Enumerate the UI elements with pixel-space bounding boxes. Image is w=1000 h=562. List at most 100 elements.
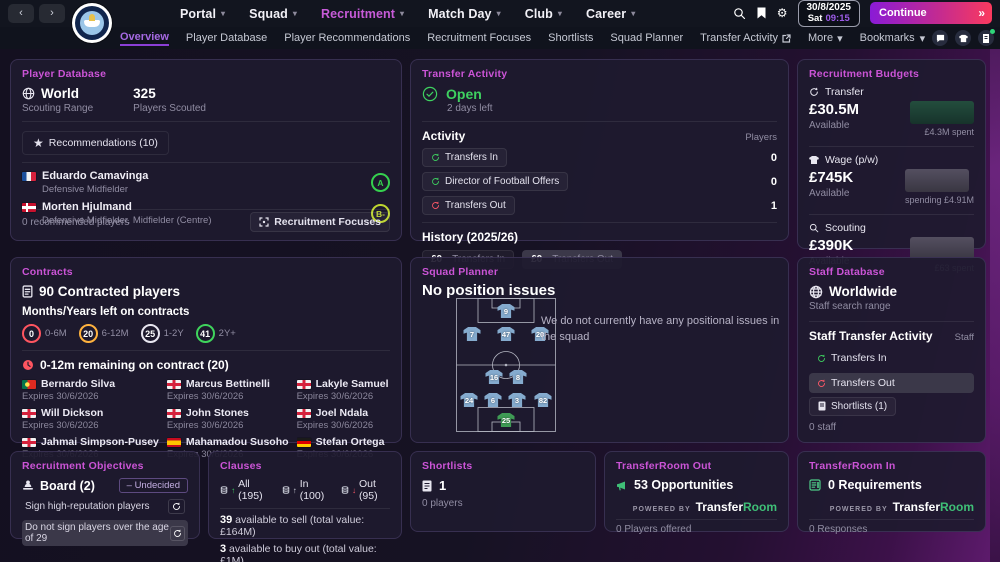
star-icon: ★ [33,136,44,150]
clauses-sell-line: 39 available to sell (total value: £164M… [220,514,390,538]
panel-title: TransferRoom In [809,460,974,472]
up-arrow-icon: ↑ [293,486,297,495]
button-label: Recruitment Focuses [274,216,381,228]
nation-flag [22,380,36,389]
tab-recruitment-focuses[interactable]: Recruitment Focuses [427,32,531,44]
bucket-1-2y[interactable]: 251-2Y [141,324,184,343]
budget-label: Wage (p/w) [825,154,878,166]
contract-cell[interactable]: Marcus BettinelliExpires 30/6/2026 [167,378,289,402]
players-column-header: Players [745,132,777,143]
notes-icon[interactable] [978,30,994,46]
dof-offers-chip[interactable]: Director of Football Offers [422,172,568,191]
staff-shortlists-button[interactable]: Shortlists (1) [809,397,896,416]
objective-row[interactable]: Do not sign players over the age of 29 [22,520,188,546]
row-value: 0 [771,152,777,164]
tab-squad-planner[interactable]: Squad Planner [610,32,683,44]
top-bar: ‹ › Portal▾ Squad▾ Recruitment▾ Match Da… [0,0,1000,27]
bucket-label: 6-12M [102,328,129,339]
recruitment-focuses-button[interactable]: Recruitment Focuses [250,212,390,232]
bookmark-icon[interactable] [756,7,767,19]
globe-icon [22,87,35,100]
staff-database-panel: Staff Database Worldwide Staff search ra… [797,257,986,443]
chip-label: Transfers In [831,352,887,364]
shirt-icon[interactable] [955,30,971,46]
row-value: 0 [771,176,777,188]
tab-transfer-activity[interactable]: Transfer Activity [700,32,791,44]
bookmarks-dropdown[interactable]: Bookmarks ▾ [860,32,926,45]
recommendations-button[interactable]: ★ Recommendations (10) [22,131,169,155]
menu-match-day[interactable]: Match Day▾ [428,7,501,21]
opportunities-headline: 53 Opportunities [634,478,733,492]
refresh-icon [817,354,826,363]
contract-cell[interactable]: Bernardo SilvaExpires 30/6/2026 [22,378,159,402]
undecided-badge: – Undecided [119,478,188,493]
staff-transfers-out-row[interactable]: Transfers Out [809,373,974,393]
club-crest[interactable] [72,3,112,43]
tab-overview[interactable]: Overview [120,31,169,46]
shirt-icon [809,155,819,165]
tab-shortlists[interactable]: Shortlists [548,32,593,44]
chevron-down-icon: ▾ [221,9,225,18]
chip-label: Transfers Out [831,377,895,389]
transferroom-out-panel: TransferRoom Out 53 Opportunities POWERE… [604,451,789,532]
staff-transfers-in-row[interactable]: Transfers In [809,348,974,368]
player-name: Eduardo Camavinga [42,170,148,182]
objective-row[interactable]: Sign high-reputation players [22,497,188,516]
gear-icon[interactable]: ⚙ [777,6,788,20]
objective-text: Do not sign players over the age of 29 [25,522,170,544]
back-icon: ‹ [19,7,23,19]
budget-bar [905,169,969,192]
chevron-down-icon: ▾ [293,9,297,18]
day-text: Sat [808,13,823,24]
activity-header: Activity [422,129,465,143]
budget-sub: Available [809,120,859,131]
crest-inner [80,11,104,35]
contract-cell[interactable]: John StonesExpires 30/6/2026 [167,407,289,431]
bucket-6-12m[interactable]: 206-12M [79,324,129,343]
tab-more[interactable]: More ▾ [808,32,843,45]
player-position: Defensive Midfielder [42,184,148,195]
responses-count: 0 Responses [809,524,974,535]
contract-cell[interactable]: Lakyle SamuelExpires 30/6/2026 [297,378,390,402]
menu-squad[interactable]: Squad▾ [249,7,297,21]
date-widget[interactable]: 30/8/2025 Sat09:15 [798,0,861,26]
tab-player-database[interactable]: Player Database [186,32,267,44]
contract-cell[interactable]: Will DicksonExpires 30/6/2026 [22,407,159,431]
transfer-activity-panel: Transfer Activity Open 2 days left Activ… [410,59,789,241]
double-chevron-icon: » [978,6,983,20]
row-value: 1 [771,200,777,212]
bucket-2y-plus[interactable]: 412Y+ [196,324,236,343]
chat-icon[interactable] [932,30,948,46]
clauses-filter-all[interactable]: ↑ All (195) [220,478,270,502]
continue-button[interactable]: Continue » [870,2,992,24]
recruitment-budgets-panel: Recruitment Budgets Transfer £30.5M Avai… [797,59,986,249]
search-icon[interactable] [733,7,746,20]
clauses-filter-out[interactable]: ↓ Out (95) [341,478,390,502]
pending-refresh-icon[interactable] [168,499,185,514]
menu-career[interactable]: Career▾ [586,7,635,21]
back-button[interactable]: ‹ [8,4,34,23]
forward-button[interactable]: › [39,4,65,23]
menu-portal[interactable]: Portal▾ [180,7,225,21]
players-scouted: 325 Players Scouted [133,86,206,114]
filter-label: Out (95) [359,478,390,502]
contracts-headline: 90 Contracted players [39,284,180,299]
recommended-player-row[interactable]: Eduardo Camavinga Defensive Midfielder A [22,170,390,195]
pending-refresh-icon[interactable] [170,526,185,541]
transfers-out-chip[interactable]: Transfers Out [422,196,515,215]
staff-activity-header: Staff Transfer Activity [809,329,933,343]
check-circle-icon [422,86,438,102]
transfers-in-chip[interactable]: Transfers In [422,148,507,167]
bucket-0-6m[interactable]: 00-6M [22,324,67,343]
menu-recruitment[interactable]: Recruitment▾ [321,7,404,21]
topbar-right: ⚙ 30/8/2025 Sat09:15 Continue » [733,0,1000,26]
bucket-count: 0 [22,324,41,343]
clauses-filter-in[interactable]: ↑ In (100) [282,478,329,502]
scouting-range[interactable]: World Scouting Range [22,86,93,114]
globe-icon [809,285,823,299]
menu-club[interactable]: Club▾ [525,7,562,21]
contract-cell[interactable]: Joel NdalaExpires 30/6/2026 [297,407,390,431]
nation-flag [22,203,36,212]
tab-player-recommendations[interactable]: Player Recommendations [284,32,410,44]
player-database-panel: Player Database World Scouting Range 325… [10,59,402,241]
